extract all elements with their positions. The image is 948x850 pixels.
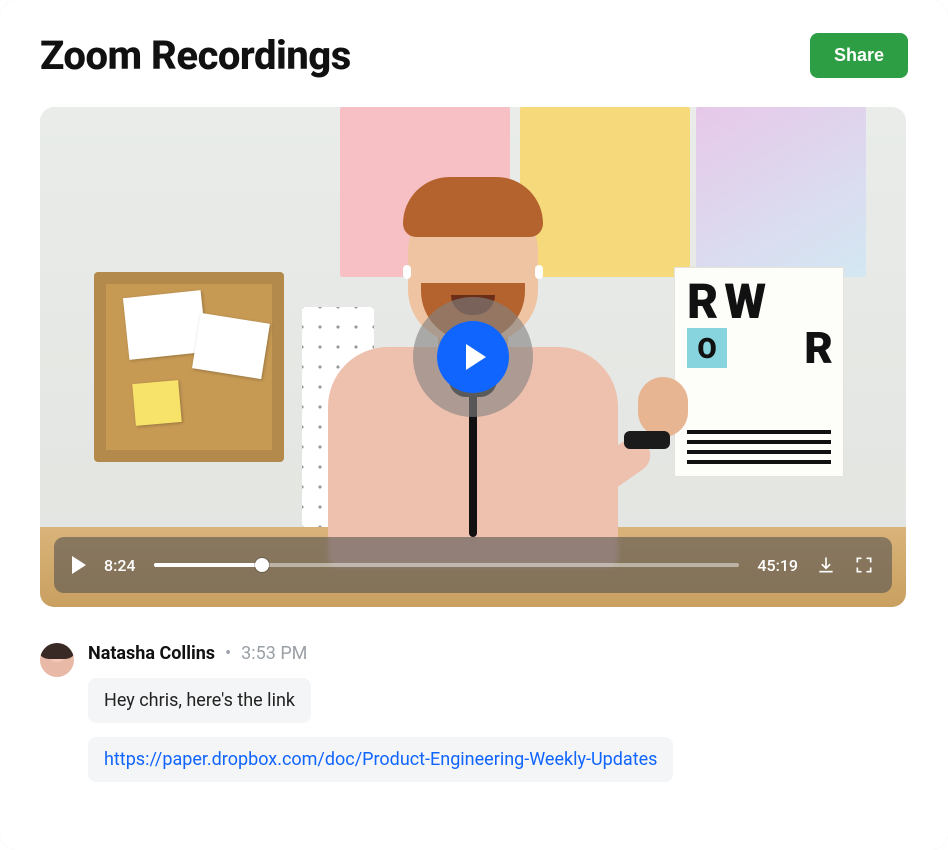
- seek-thumb[interactable]: [255, 558, 269, 572]
- total-time: 45:19: [757, 556, 798, 575]
- corkboard: [94, 272, 284, 462]
- note: [192, 313, 270, 379]
- sticky-note: [132, 380, 181, 426]
- wall-poster: R W O R: [674, 267, 844, 477]
- comment-header: Natasha Collins • 3:53 PM: [88, 643, 673, 664]
- play-button[interactable]: [72, 556, 86, 574]
- fullscreen-button[interactable]: [854, 555, 874, 575]
- poster-text: R: [804, 322, 831, 374]
- comment-link[interactable]: https://paper.dropbox.com/doc/Product-En…: [104, 749, 657, 770]
- current-time: 8:24: [104, 556, 136, 575]
- download-button[interactable]: [816, 555, 836, 575]
- comment-link-bubble: https://paper.dropbox.com/doc/Product-En…: [88, 737, 673, 782]
- comment: Natasha Collins • 3:53 PM Hey chris, her…: [40, 643, 908, 782]
- play-button-large[interactable]: [413, 297, 533, 417]
- play-icon: [72, 556, 86, 574]
- page-title: Zoom Recordings: [40, 32, 351, 79]
- comment-timestamp: 3:53 PM: [241, 643, 307, 664]
- seek-progress: [154, 563, 262, 567]
- play-icon: [466, 344, 486, 370]
- avatar: [40, 643, 74, 677]
- recording-card: Zoom Recordings Share R W O R: [0, 0, 948, 850]
- download-icon: [816, 555, 836, 575]
- video-player: R W O R: [40, 107, 906, 607]
- video-controls: 8:24 45:19: [54, 537, 892, 593]
- poster-text: R: [687, 280, 718, 324]
- fullscreen-icon: [854, 555, 874, 575]
- poster-text: W: [724, 280, 766, 324]
- comment-message: Hey chris, here's the link: [88, 678, 311, 723]
- header: Zoom Recordings Share: [40, 32, 908, 79]
- poster-text: O: [687, 328, 727, 368]
- wall-art-gradient: [696, 107, 866, 277]
- share-button[interactable]: Share: [810, 33, 908, 78]
- comment-author: Natasha Collins: [88, 643, 215, 664]
- poster-lines: [687, 430, 831, 464]
- seek-bar[interactable]: [154, 563, 740, 567]
- separator: •: [225, 643, 231, 664]
